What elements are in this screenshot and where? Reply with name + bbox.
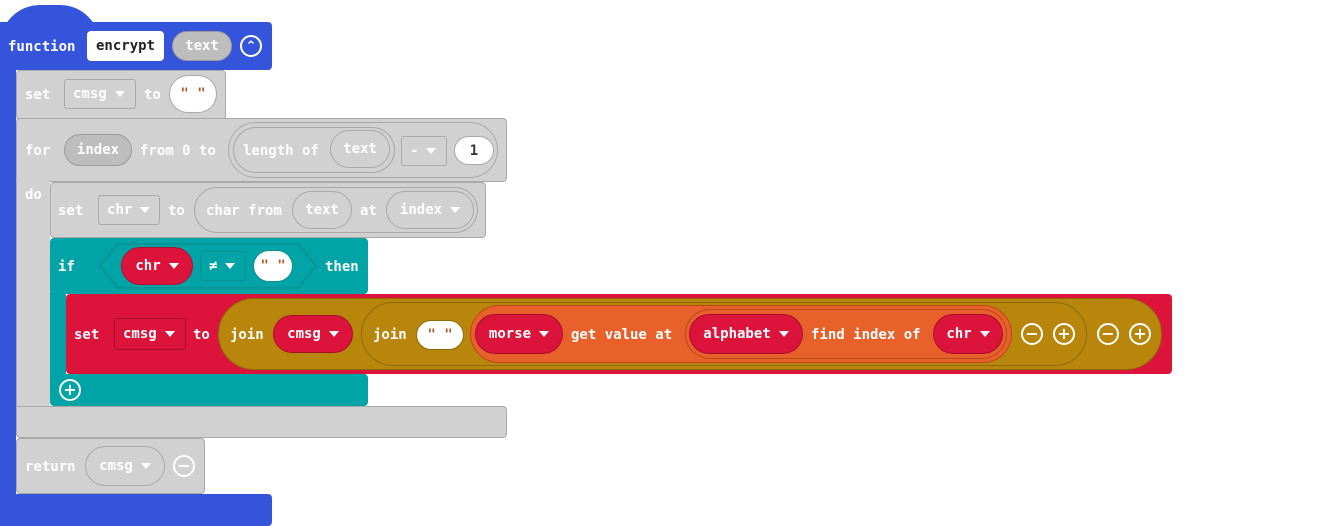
find-index-of-label: find index of <box>811 327 921 343</box>
set-keyword: set <box>58 203 84 219</box>
morse-variable-dropdown[interactable]: morse <box>475 314 563 354</box>
set-keyword: set <box>74 327 100 343</box>
function-spine <box>0 60 16 510</box>
do-keyword: do <box>25 187 42 203</box>
remove-item-minus-icon[interactable]: − <box>1097 323 1119 345</box>
cmsg-variable-dropdown[interactable]: cmsg <box>85 446 165 486</box>
alphabet-variable-dropdown[interactable]: alphabet <box>689 314 803 354</box>
chr-dropdown[interactable]: chr <box>98 195 160 225</box>
if-keyword: if <box>58 259 75 275</box>
length-of-label: length of <box>243 143 319 159</box>
for-keyword: for <box>25 143 51 159</box>
function-footer <box>0 494 272 526</box>
char-arg-text[interactable]: text <box>292 191 352 229</box>
to-keyword: to <box>193 327 210 343</box>
chr-variable-dropdown[interactable]: chr <box>933 314 1003 354</box>
add-else-plus-icon[interactable]: + <box>59 379 81 401</box>
at-label: at <box>360 203 377 219</box>
function-param-text[interactable]: text <box>172 31 232 61</box>
from-label: from 0 to <box>140 143 216 159</box>
get-value-at-label: get value at <box>571 327 673 343</box>
add-item-plus-icon[interactable]: + <box>1053 323 1075 345</box>
to-keyword: to <box>144 87 161 103</box>
not-equal-operator-dropdown[interactable]: ≠ <box>200 251 246 281</box>
then-keyword: then <box>325 259 359 275</box>
cmsg-dropdown[interactable]: cmsg <box>64 79 136 109</box>
minus-operator-dropdown[interactable]: - <box>401 136 447 166</box>
cmsg-dropdown[interactable]: cmsg <box>114 318 186 350</box>
function-name: encrypt <box>95 38 155 54</box>
remove-return-minus-icon[interactable]: − <box>173 455 195 477</box>
collapse-up-icon[interactable]: ⌃ <box>240 35 262 57</box>
if-spine <box>50 292 66 376</box>
join-label: join <box>230 327 264 343</box>
for-loop-footer <box>16 406 507 438</box>
set-keyword: set <box>25 87 51 103</box>
empty-string-input[interactable]: " " <box>169 75 217 113</box>
space-string-input[interactable]: " " <box>416 320 464 350</box>
chr-variable-dropdown[interactable]: chr <box>121 247 193 285</box>
cmsg-variable-dropdown[interactable]: cmsg <box>273 315 353 353</box>
return-keyword: return <box>25 459 76 475</box>
if-footer <box>50 374 368 406</box>
add-item-plus-icon[interactable]: + <box>1129 323 1151 345</box>
to-keyword: to <box>168 203 185 219</box>
function-keyword: function <box>8 39 76 55</box>
length-arg-text[interactable]: text <box>330 130 390 168</box>
function-name-field[interactable]: encrypt <box>87 31 164 61</box>
remove-item-minus-icon[interactable]: − <box>1021 323 1043 345</box>
number-input-1[interactable]: 1 <box>454 136 494 165</box>
index-variable[interactable]: index <box>64 134 132 166</box>
for-loop-spine <box>16 180 50 408</box>
empty-string-input[interactable]: " " <box>253 250 293 282</box>
index-dropdown[interactable]: index <box>386 191 474 229</box>
join-label: join <box>373 327 407 343</box>
char-from-label: char from <box>206 203 282 219</box>
